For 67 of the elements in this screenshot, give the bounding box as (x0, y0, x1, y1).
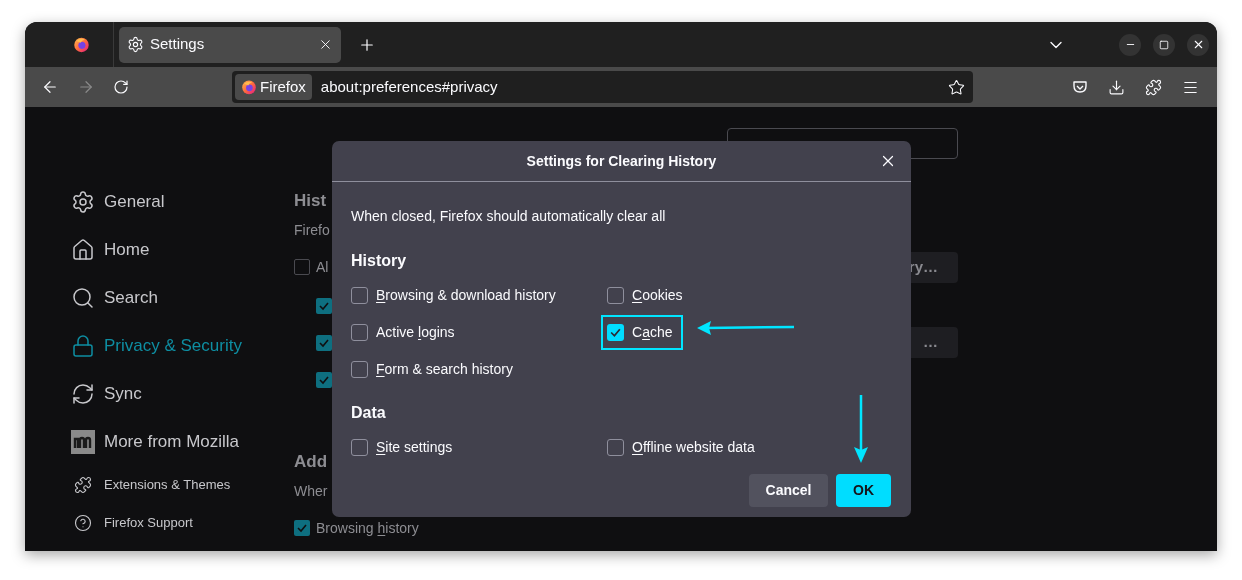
checkbox[interactable] (351, 361, 368, 378)
identity-button[interactable]: Firefox (235, 74, 312, 100)
section-heading: Hist (294, 189, 327, 212)
checkbox[interactable] (607, 439, 624, 456)
pocket-icon[interactable] (1072, 79, 1088, 95)
section-heading: History (351, 251, 408, 271)
extensions-icon[interactable] (1145, 78, 1162, 96)
dialog-title: Settings for Clearing History (525, 151, 718, 171)
puzzle-icon (74, 476, 92, 494)
checkbox[interactable] (294, 259, 310, 275)
section-heading: Add (294, 450, 328, 473)
maximize-button[interactable] (1153, 33, 1175, 56)
reload-icon[interactable] (113, 79, 129, 95)
sidebar-item[interactable]: Sync (71, 370, 294, 418)
checkbox[interactable] (351, 287, 368, 304)
section-text: Wher (294, 481, 328, 501)
checkbox-label: Site settings (376, 438, 453, 457)
checkbox-label: Offline website data (632, 438, 755, 457)
checkbox-label: Browsing history (316, 518, 419, 538)
back-icon[interactable] (41, 78, 59, 96)
checkbox-label: Active logins (376, 323, 455, 342)
sidebar-item[interactable]: General (71, 178, 294, 226)
dialog-intro: When closed, Firefox should automatically clear all (351, 207, 667, 226)
sidebar-item[interactable]: More from Mozilla (71, 418, 294, 466)
search-icon (71, 286, 95, 310)
settings-icon (127, 36, 144, 53)
sidebar-item[interactable]: Extensions & Themes (71, 466, 294, 504)
checkbox[interactable] (316, 371, 332, 388)
checkbox[interactable] (316, 334, 332, 351)
checkbox-label: Form & search history (376, 360, 513, 379)
checkbox-label: Al (316, 257, 329, 277)
pointer-arrow (853, 395, 869, 463)
home-icon (71, 238, 95, 262)
help-icon (74, 514, 92, 532)
download-icon[interactable] (1108, 78, 1125, 96)
check-icon (609, 326, 622, 339)
browser-tab[interactable]: Settings (119, 26, 341, 63)
maximize-icon (1159, 39, 1169, 50)
sidebar-item[interactable]: Search (71, 274, 294, 322)
firefox-logo-icon (73, 36, 90, 53)
check-icon (296, 522, 308, 534)
sidebar-item[interactable]: Privacy & Security (71, 322, 294, 370)
sidebar-item[interactable]: Home (71, 226, 294, 274)
mozilla-logo-icon (71, 430, 95, 454)
checkbox[interactable] (294, 520, 310, 536)
section-heading: Data (351, 403, 387, 423)
sidebar-item[interactable]: Firefox Support (71, 504, 294, 542)
checkbox-label: Cache (632, 323, 673, 342)
ok-button[interactable]: OK (836, 474, 891, 507)
checkbox-label: Browsing & download history (376, 286, 556, 305)
close-window-button[interactable] (1187, 33, 1209, 56)
url-text: about:preferences#privacy (320, 76, 499, 97)
section-text: Firefo (294, 220, 330, 240)
cancel-button[interactable]: Cancel (749, 474, 828, 507)
settings-icon (71, 190, 95, 214)
checkbox[interactable] (607, 324, 624, 341)
checkbox-label: Cookies (632, 286, 683, 305)
checkbox[interactable] (351, 324, 368, 341)
address-bar[interactable]: Firefox about:preferences#privacy (232, 71, 973, 103)
checkbox[interactable] (316, 297, 332, 314)
sync-icon (71, 382, 95, 406)
lock-icon (71, 334, 95, 358)
checkbox[interactable] (351, 439, 368, 456)
firefox-logo-icon (241, 79, 257, 95)
checkbox[interactable] (607, 287, 624, 304)
close-icon[interactable] (318, 37, 333, 52)
bookmark-star-icon[interactable] (948, 78, 965, 96)
